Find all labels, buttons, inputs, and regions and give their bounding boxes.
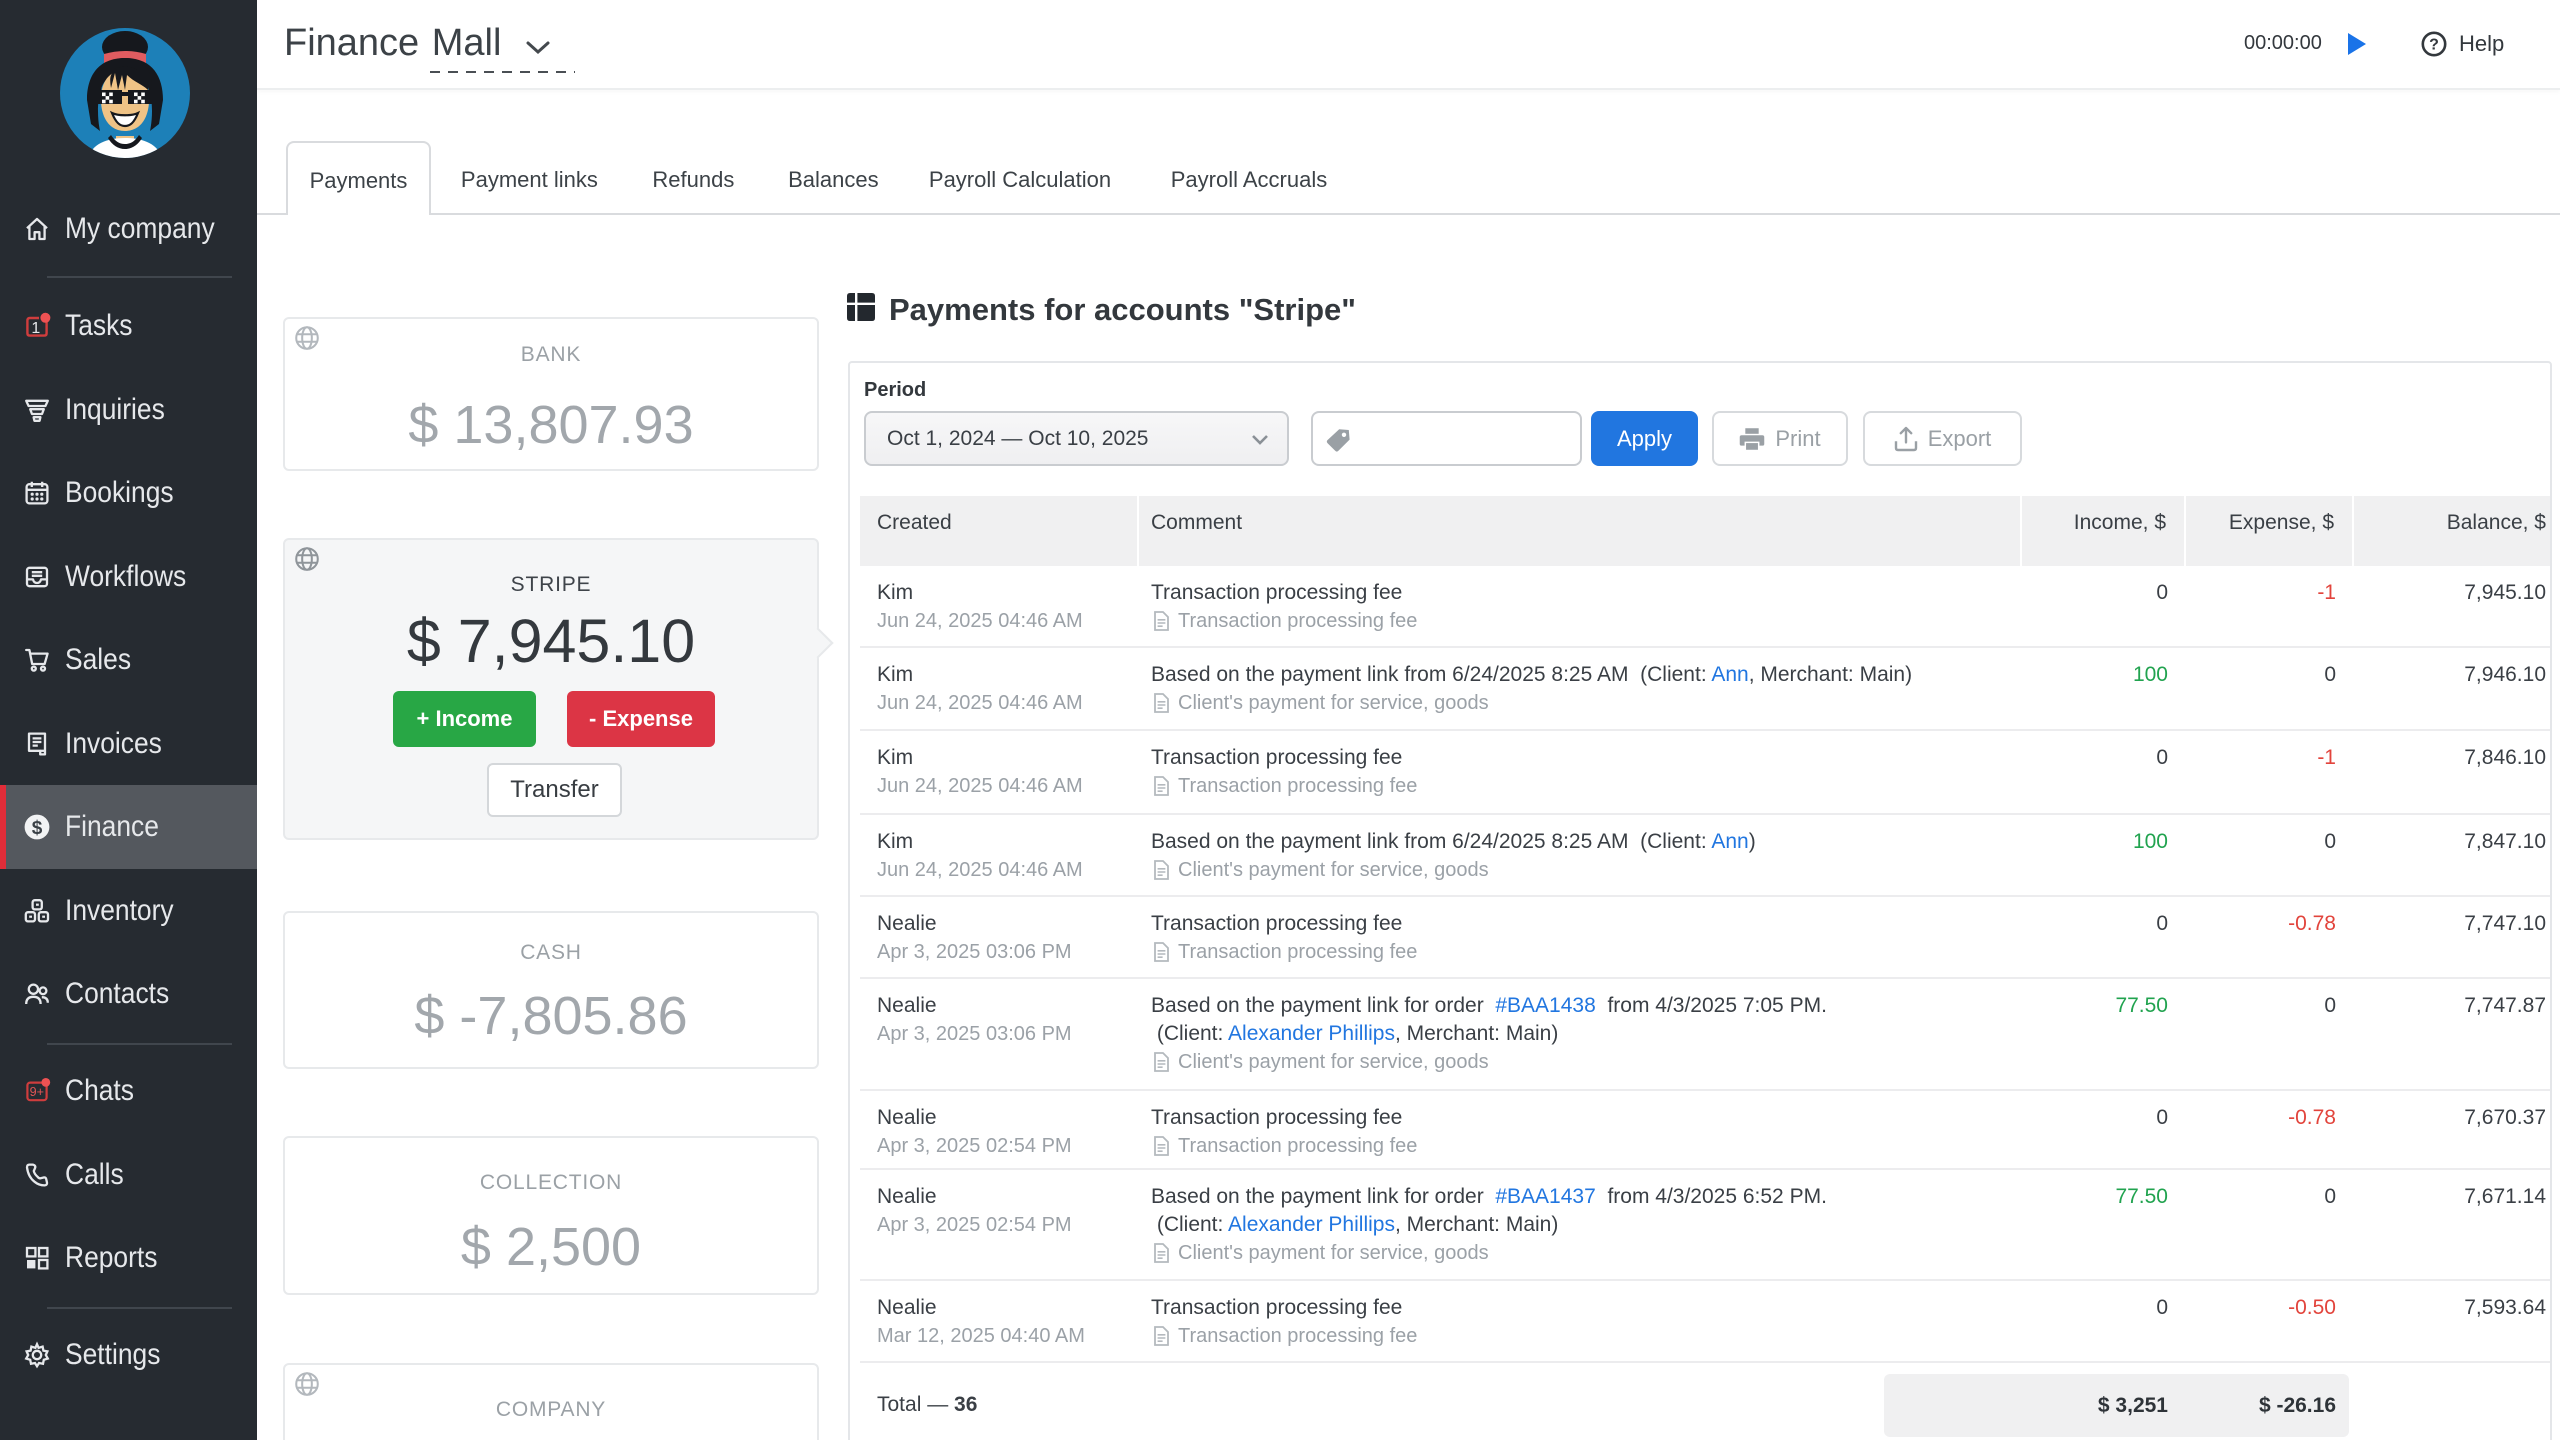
svg-text:1: 1: [31, 320, 40, 337]
svg-text:$: $: [32, 818, 43, 839]
svg-text:?: ?: [2429, 36, 2439, 53]
svg-text:9+: 9+: [30, 1085, 44, 1099]
